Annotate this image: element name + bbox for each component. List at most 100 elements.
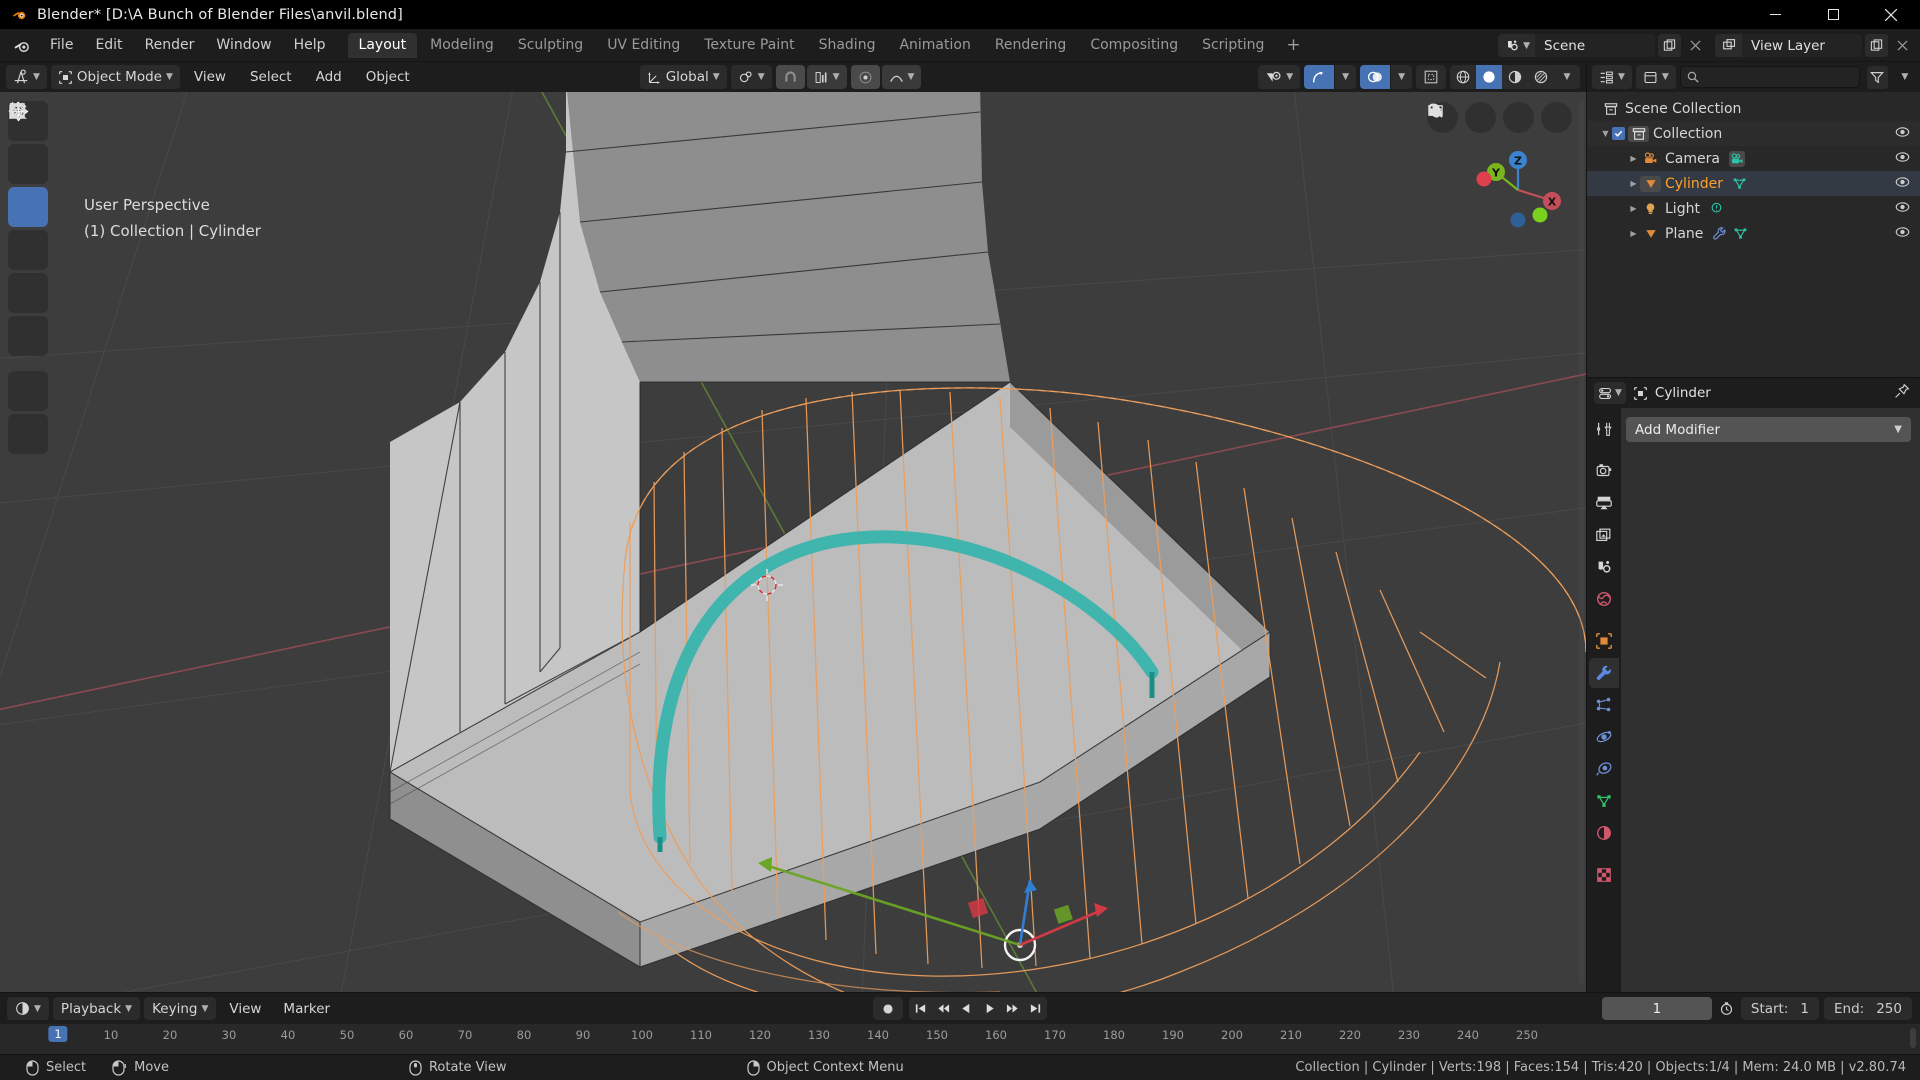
interaction-mode-selector[interactable]: Object Mode ▼: [50, 65, 180, 89]
properties-tab-particles[interactable]: [1589, 690, 1619, 720]
workspace-tab-sculpting[interactable]: Sculpting: [507, 33, 594, 58]
camera-data-icon[interactable]: [1728, 150, 1745, 167]
mesh-data-icon[interactable]: [1733, 226, 1748, 241]
falloff-curve-icon[interactable]: ▼: [881, 65, 922, 89]
overlays-dropdown[interactable]: ▼: [1391, 65, 1412, 89]
workspace-tab-layout[interactable]: Layout: [347, 32, 418, 58]
properties-tab-material[interactable]: [1589, 818, 1619, 848]
shading-rendered-button[interactable]: [1528, 65, 1554, 89]
pin-icon[interactable]: [1894, 383, 1910, 403]
snap-target-icon[interactable]: ▼: [806, 65, 847, 89]
workspace-tab-rendering[interactable]: Rendering: [984, 33, 1078, 58]
pivot-point-icon[interactable]: ▼: [731, 65, 772, 89]
scene-name[interactable]: Scene: [1535, 34, 1655, 57]
transform-tool[interactable]: [8, 102, 48, 356]
end-frame-field[interactable]: End: 250: [1824, 997, 1912, 1020]
properties-tab-output[interactable]: [1589, 488, 1619, 518]
close-button[interactable]: [1862, 0, 1920, 29]
cursor-tool[interactable]: [8, 101, 48, 184]
frame-clock-icon[interactable]: [1717, 1001, 1736, 1016]
play-reverse-button[interactable]: [955, 997, 978, 1020]
expander-icon[interactable]: ▼: [1599, 129, 1612, 138]
timeline-menu-keying[interactable]: Keying ▼: [144, 997, 217, 1020]
menu-window[interactable]: Window: [205, 34, 282, 56]
current-frame-field[interactable]: 1: [1601, 997, 1712, 1020]
menu-edit[interactable]: Edit: [84, 34, 133, 56]
transform-orientation-selector[interactable]: Global ▼: [639, 65, 727, 89]
workspace-tab-uv-editing[interactable]: UV Editing: [596, 33, 691, 58]
shading-solid-button[interactable]: [1476, 65, 1502, 89]
editor-type-selector[interactable]: ▼: [6, 65, 47, 89]
outliner-filter-button[interactable]: [1867, 65, 1888, 89]
jump-to-start-button[interactable]: [909, 997, 932, 1020]
light-data-icon[interactable]: [1709, 201, 1724, 216]
view-axis-gizmo[interactable]: Z X Y: [1472, 144, 1564, 236]
modifier-wrench-icon[interactable]: [1712, 226, 1727, 241]
outliner-row-collection[interactable]: ▼ Collection: [1587, 121, 1920, 146]
proportional-edit-icon[interactable]: [850, 65, 880, 89]
outliner-row-cylinder[interactable]: ▶ Cylinder: [1587, 171, 1920, 196]
outliner-search-box[interactable]: [1679, 66, 1861, 88]
remove-view-layer-button[interactable]: [1891, 34, 1914, 57]
new-view-layer-button[interactable]: [1865, 34, 1888, 57]
timeline-menu-marker[interactable]: Marker: [274, 997, 339, 1020]
scale-tool[interactable]: [8, 102, 48, 313]
timeline-scrollbar[interactable]: [1910, 1028, 1916, 1048]
object-visibility-icon[interactable]: ▼: [1258, 65, 1300, 89]
playhead-marker[interactable]: 1: [48, 1026, 68, 1042]
outliner-filter-dropdown[interactable]: ▼: [1895, 66, 1915, 89]
shading-material-preview-button[interactable]: [1502, 65, 1528, 89]
shading-wireframe-button[interactable]: [1450, 65, 1476, 89]
gizmo-icon[interactable]: [1304, 65, 1335, 89]
object-visibility-dropdown[interactable]: ▼: [1258, 65, 1301, 89]
mesh-data-icon[interactable]: [1732, 176, 1747, 191]
shading-dropdown[interactable]: ▼: [1554, 65, 1580, 89]
magnet-icon[interactable]: [775, 65, 805, 89]
editor-type-3dviewport-icon[interactable]: ▼: [6, 65, 47, 89]
properties-tab-data[interactable]: [1589, 786, 1619, 816]
add-modifier-button[interactable]: Add Modifier ▼: [1626, 417, 1911, 442]
playback-menu-button[interactable]: Playback ▼: [53, 997, 140, 1020]
viewport-menu-object[interactable]: Object: [356, 65, 420, 89]
visibility-eye-icon[interactable]: [1895, 149, 1910, 168]
timeline-editor-icon[interactable]: ▼: [7, 997, 49, 1020]
maximize-button[interactable]: [1804, 0, 1862, 29]
remove-scene-button[interactable]: [1684, 34, 1707, 57]
workspace-tab-compositing[interactable]: Compositing: [1079, 33, 1189, 58]
workspace-tab-animation[interactable]: Animation: [888, 33, 981, 58]
viewport-menu-select[interactable]: Select: [240, 65, 302, 89]
outliner-search-input[interactable]: [1703, 69, 1854, 85]
expander-icon[interactable]: ▶: [1627, 179, 1640, 188]
outliner-editor-icon[interactable]: ▼: [1592, 65, 1632, 89]
timeline-editor-type-selector[interactable]: ▼: [7, 997, 49, 1020]
expander-icon[interactable]: ▶: [1627, 204, 1640, 213]
expander-icon[interactable]: ▶: [1627, 229, 1640, 238]
jump-to-end-button[interactable]: [1024, 997, 1047, 1020]
xray-toggle[interactable]: [1416, 65, 1446, 89]
minimize-button[interactable]: [1746, 0, 1804, 29]
zoom-view-icon[interactable]: [1428, 102, 1572, 133]
viewport-scrollbar[interactable]: [1579, 100, 1584, 984]
menu-help[interactable]: Help: [283, 34, 337, 56]
properties-tab-view-layer[interactable]: [1589, 520, 1619, 550]
orientation-dropdown[interactable]: Global ▼: [640, 65, 727, 89]
workspace-tab-modeling[interactable]: Modeling: [419, 33, 505, 58]
properties-tab-physics[interactable]: [1589, 722, 1619, 752]
keying-menu-button[interactable]: Keying ▼: [144, 997, 216, 1020]
properties-tab-modifier[interactable]: [1589, 658, 1619, 688]
play-button[interactable]: [978, 997, 1001, 1020]
scene-datablock[interactable]: ▼ Scene: [1498, 34, 1655, 57]
properties-tab-texture[interactable]: [1589, 860, 1619, 890]
workspace-tab-texture-paint[interactable]: Texture Paint: [693, 33, 805, 58]
timeline-menu-view[interactable]: View: [220, 997, 270, 1020]
next-keyframe-button[interactable]: [1001, 997, 1024, 1020]
view-layer-name[interactable]: View Layer: [1742, 34, 1862, 57]
pivot-point-selector[interactable]: ▼: [730, 65, 772, 89]
outliner-row-light[interactable]: ▶ Light: [1587, 196, 1920, 221]
measure-tool[interactable]: [8, 104, 48, 454]
viewport-menu-view[interactable]: View: [184, 65, 236, 89]
menu-render[interactable]: Render: [134, 34, 206, 56]
new-scene-button[interactable]: [1658, 34, 1681, 57]
move-tool[interactable]: [8, 101, 48, 227]
add-workspace-button[interactable]: +: [1277, 34, 1309, 57]
